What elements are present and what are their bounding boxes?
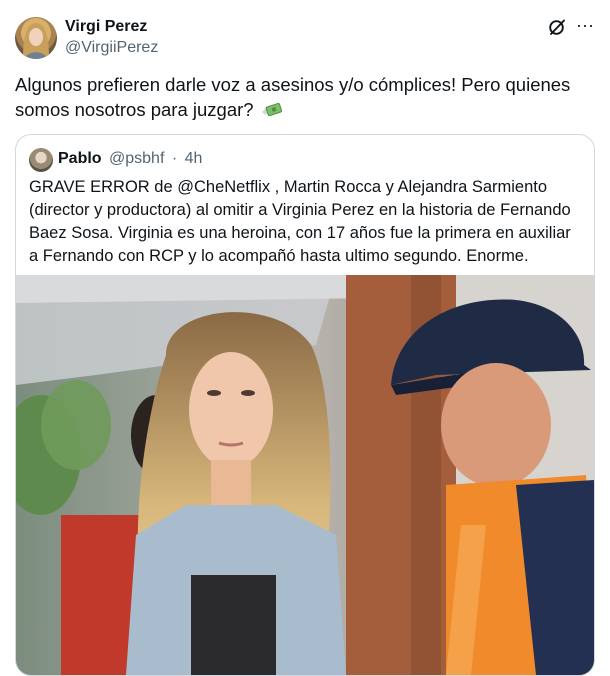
avatar-portrait-icon	[23, 23, 49, 59]
more-icon[interactable]: ···	[575, 14, 595, 38]
quoted-header: Pablo @psbhf · 4h	[58, 150, 202, 168]
quoted-tweet-card[interactable]: Pablo @psbhf · 4h GRAVE ERROR de @CheNet…	[15, 134, 595, 676]
quoted-handle[interactable]: @psbhf	[109, 150, 164, 167]
grok-icon[interactable]	[548, 18, 566, 36]
quoted-separator: ·	[171, 150, 178, 167]
quoted-text: GRAVE ERROR de @CheNetflix , Martin Rocc…	[29, 178, 571, 265]
tweet-body: Algunos prefieren darle voz a asesinos y…	[15, 74, 571, 120]
author-display-name[interactable]: Virgi Perez	[65, 18, 147, 36]
quoted-display-name[interactable]: Pablo	[58, 150, 102, 167]
quoted-media-photo[interactable]	[16, 275, 594, 675]
quoted-author-avatar[interactable]	[29, 148, 53, 172]
author-handle[interactable]: @VirgiiPerez	[65, 39, 158, 57]
quoted-timestamp[interactable]: 4h	[185, 150, 203, 167]
author-avatar[interactable]	[15, 17, 57, 59]
money-with-wings-emoji	[261, 102, 282, 117]
tweet-text: Algunos prefieren darle voz a asesinos y…	[15, 72, 585, 122]
